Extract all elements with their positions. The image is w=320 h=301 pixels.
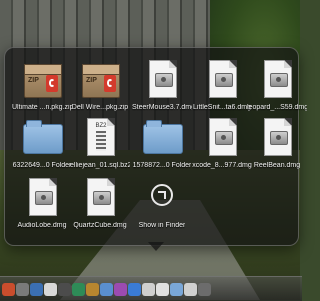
stack-item-ultimate-zip[interactable]: ZIP Ultimate ...n.pkg.zip: [12, 56, 72, 118]
stack-item-label: Ultimate ...n.pkg.zip: [12, 104, 72, 111]
dock-app-icon[interactable]: [114, 282, 127, 296]
show-in-finder-button[interactable]: Show in Finder: [133, 174, 191, 236]
stack-item-label: elliejean_01.sql.bz2: [70, 162, 130, 169]
stack-item-folder-6322649[interactable]: 6322649...0 Folder: [13, 114, 71, 176]
disk-image-icon: [203, 60, 241, 98]
stack-item-label: leopard_...S59.dmg: [247, 104, 307, 111]
stack-item-folder-1578872[interactable]: 1578872...0 Folder: [133, 114, 191, 176]
dock-app-icon[interactable]: [100, 282, 113, 296]
stack-item-label: Dell Wire...pkg.zip: [71, 104, 129, 111]
disk-image-icon: [258, 60, 296, 98]
stack-item-label: QuartzCube.dmg: [73, 222, 127, 229]
dock-app-icon[interactable]: [86, 282, 99, 296]
stack-item-label: ReelBean.dmg: [253, 162, 301, 169]
disk-image-icon: [258, 118, 296, 156]
dock-app-icon[interactable]: [184, 282, 197, 296]
show-in-finder-label: Show in Finder: [138, 222, 186, 229]
dock-app-icon[interactable]: [198, 282, 211, 296]
stack-item-label: LittleSnit...ta6.dmg: [193, 104, 251, 111]
folder-icon: [143, 118, 183, 156]
folder-icon: [23, 118, 63, 156]
stack-pointer-arrow: [148, 242, 164, 251]
show-in-finder-icon: [143, 178, 181, 216]
stack-item-dell-wire-zip[interactable]: ZIP Dell Wire...pkg.zip: [71, 56, 129, 118]
dock-app-icon[interactable]: [44, 282, 57, 296]
disk-image-icon: [81, 178, 119, 216]
dock-app-icon[interactable]: [2, 282, 15, 296]
stack-item-label: 1578872...0 Folder: [132, 162, 192, 169]
stack-item-quartzcube-dmg[interactable]: QuartzCube.dmg: [71, 174, 129, 236]
disk-image-icon: [23, 178, 61, 216]
zip-archive-icon: ZIP: [23, 60, 62, 98]
stack-item-label: 6322649...0 Folder: [12, 162, 72, 169]
dock-app-icon[interactable]: [30, 282, 43, 296]
stack-item-xcode-dmg[interactable]: xcode_8...977.dmg: [192, 114, 252, 176]
disk-image-icon: [143, 60, 181, 98]
dock-app-icon[interactable]: [128, 282, 141, 296]
stack-item-littlesnitch-dmg[interactable]: LittleSnit...ta6.dmg: [193, 56, 251, 118]
stack-item-label: xcode_8...977.dmg: [192, 162, 252, 169]
dock-app-icon[interactable]: [170, 282, 183, 296]
stack-item-reelbean-dmg[interactable]: ReelBean.dmg: [248, 114, 306, 176]
downloads-stack-grid: ZIP Ultimate ...n.pkg.zip ZIP Dell Wire.…: [4, 47, 307, 246]
dock-app-icon[interactable]: [58, 282, 71, 296]
dock: [0, 276, 302, 301]
dock-app-icon[interactable]: [16, 282, 29, 296]
stack-item-label: AudioLobe.dmg: [17, 222, 67, 229]
dock-app-icon[interactable]: [142, 282, 155, 296]
dock-app-icon[interactable]: [72, 282, 85, 296]
stack-item-elliejean-bz2[interactable]: BZ2 elliejean_01.sql.bz2: [70, 114, 130, 176]
stack-item-audiolobe-dmg[interactable]: AudioLobe.dmg: [13, 174, 71, 236]
stack-item-steermouse-dmg[interactable]: SteerMouse3.7.dmg: [132, 56, 192, 118]
stack-item-leopard-dmg[interactable]: leopard_...S59.dmg: [247, 56, 307, 118]
disk-image-icon: [203, 118, 241, 156]
stack-item-label: SteerMouse3.7.dmg: [132, 104, 192, 111]
bz2-badge: BZ2: [95, 123, 107, 129]
zip-archive-icon: ZIP: [81, 60, 120, 98]
bz2-document-icon: BZ2: [81, 118, 119, 156]
dock-app-icon[interactable]: [156, 282, 169, 296]
